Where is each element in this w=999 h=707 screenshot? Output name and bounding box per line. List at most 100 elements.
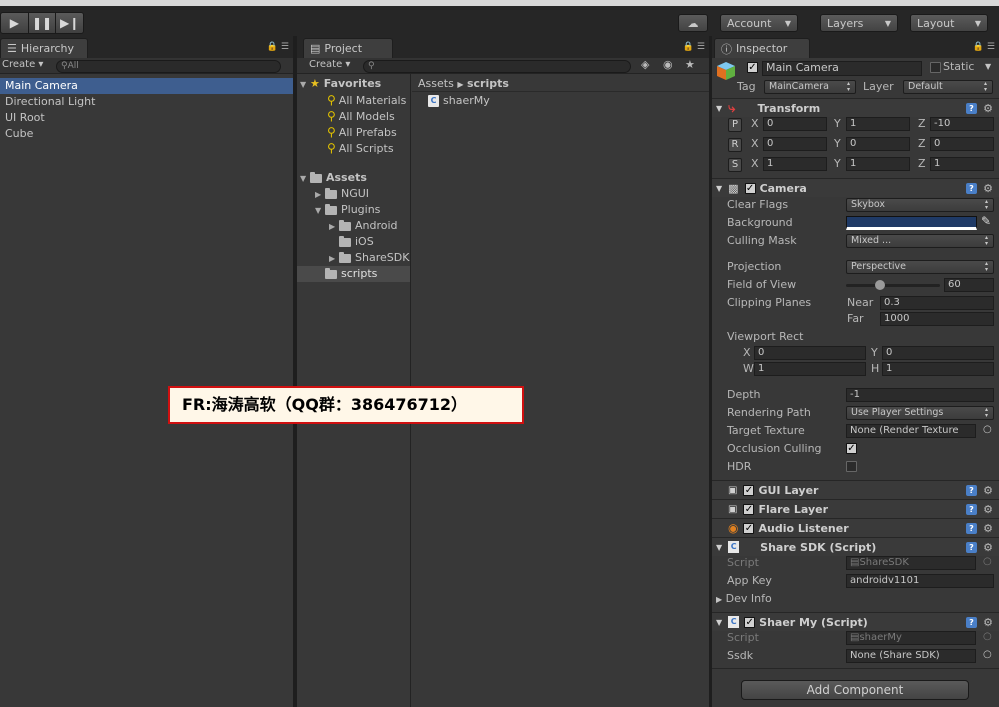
object-picker-icon[interactable]: ○ xyxy=(983,424,992,435)
favorites-header[interactable]: ▼ ★ Favorites xyxy=(297,76,410,92)
audio-listener-enabled-checkbox[interactable]: ✓ xyxy=(743,522,755,534)
flare-layer-header[interactable]: ▣ ✓ Flare Layer ? ⚙ xyxy=(712,499,999,518)
gui-layer-header[interactable]: ▣ ✓ GUI Layer ? ⚙ xyxy=(712,480,999,499)
favorite-star-icon[interactable]: ★ xyxy=(685,58,695,71)
gear-icon[interactable]: ⚙ xyxy=(983,616,993,629)
gear-icon[interactable]: ⚙ xyxy=(983,102,993,115)
list-item[interactable]: UI Root xyxy=(0,110,293,126)
list-item[interactable]: Main Camera xyxy=(0,78,293,94)
tree-item-android[interactable]: ▶ Android xyxy=(297,218,410,234)
list-item[interactable]: Cube xyxy=(0,126,293,142)
gear-icon[interactable]: ⚙ xyxy=(983,541,993,554)
gear-icon[interactable]: ⚙ xyxy=(983,182,993,195)
gear-icon[interactable]: ⚙ xyxy=(983,503,993,516)
background-color-swatch[interactable] xyxy=(846,216,977,230)
position-x-field[interactable]: 0 xyxy=(763,117,827,131)
help-icon[interactable]: ? xyxy=(966,616,977,628)
step-icon[interactable]: ▶❙ xyxy=(56,13,83,33)
near-field[interactable]: 0.3 xyxy=(880,296,994,310)
breadcrumb-current[interactable]: scripts xyxy=(467,77,509,90)
static-checkbox[interactable] xyxy=(930,62,941,73)
target-texture-field[interactable]: None (Render Texture xyxy=(846,424,976,438)
clear-flags-dropdown[interactable]: Skybox xyxy=(846,198,994,212)
hierarchy-search-input[interactable]: ⚲All xyxy=(56,60,281,73)
position-y-field[interactable]: 1 xyxy=(846,117,910,131)
rendering-path-dropdown[interactable]: Use Player Settings xyxy=(846,406,994,420)
tree-item-scripts[interactable]: scripts xyxy=(297,266,410,282)
tab-hierarchy[interactable]: ☰ Hierarchy xyxy=(0,38,88,58)
app-key-field[interactable]: androidv1101 xyxy=(846,574,994,588)
favorite-item[interactable]: ⚲ All Scripts xyxy=(297,140,410,156)
lock-icon[interactable]: 🔒 ☰ xyxy=(973,42,995,52)
layer-dropdown[interactable]: Default xyxy=(903,80,993,94)
fov-slider-track[interactable] xyxy=(846,284,940,287)
reset-position-button[interactable]: P xyxy=(728,118,742,132)
tab-project[interactable]: ▤ Project xyxy=(303,38,393,58)
filter-type-icon[interactable]: ◈ xyxy=(641,58,649,71)
scale-x-field[interactable]: 1 xyxy=(763,157,827,171)
tree-item-plugins[interactable]: ▼ Plugins xyxy=(297,202,410,218)
tab-inspector[interactable]: ⓘ Inspector xyxy=(714,38,810,58)
audio-listener-header[interactable]: ◉ ✓ Audio Listener ? ⚙ xyxy=(712,518,999,537)
camera-header[interactable]: ▼ ▩ ✓ Camera ? ⚙ xyxy=(712,178,999,197)
object-picker-icon[interactable]: ○ xyxy=(983,649,992,660)
dev-info-foldout[interactable]: ▶ Dev Info xyxy=(716,592,772,605)
scale-y-field[interactable]: 1 xyxy=(846,157,910,171)
object-name-field[interactable]: Main Camera xyxy=(762,61,922,76)
gear-icon[interactable]: ⚙ xyxy=(983,484,993,497)
project-create-button[interactable]: Create ▾ xyxy=(309,59,350,70)
tree-item-ngui[interactable]: ▶ NGUI xyxy=(297,186,410,202)
layers-dropdown[interactable]: Layers ▼ xyxy=(820,14,898,32)
project-search-input[interactable]: ⚲ xyxy=(363,60,631,73)
reset-scale-button[interactable]: S xyxy=(728,158,742,172)
rotation-z-field[interactable]: 0 xyxy=(930,137,994,151)
tree-item-sharesdk[interactable]: ▶ ShareSDK xyxy=(297,250,410,266)
culling-mask-dropdown[interactable]: Mixed ... xyxy=(846,234,994,248)
favorite-item[interactable]: ⚲ All Materials xyxy=(297,92,410,108)
eyedropper-icon[interactable]: ✎ xyxy=(981,214,991,228)
far-field[interactable]: 1000 xyxy=(880,312,994,326)
reset-rotation-button[interactable]: R xyxy=(728,138,742,152)
help-icon[interactable]: ? xyxy=(966,541,977,553)
hierarchy-create-button[interactable]: Create ▾ xyxy=(2,59,43,70)
pause-icon[interactable]: ❚❚ xyxy=(29,13,57,33)
viewport-h-field[interactable]: 1 xyxy=(882,362,994,376)
transform-header[interactable]: ▼ ⤷ Transform ? ⚙ xyxy=(712,98,999,117)
tree-item-ios[interactable]: iOS xyxy=(297,234,410,250)
rotation-x-field[interactable]: 0 xyxy=(763,137,827,151)
lock-icon[interactable]: 🔒 ☰ xyxy=(683,42,705,52)
add-component-button[interactable]: Add Component xyxy=(741,680,969,700)
favorite-item[interactable]: ⚲ All Models xyxy=(297,108,410,124)
scale-z-field[interactable]: 1 xyxy=(930,157,994,171)
active-checkbox[interactable]: ✓ xyxy=(747,62,758,73)
camera-enabled-checkbox[interactable]: ✓ xyxy=(744,182,756,194)
account-dropdown[interactable]: Account ▼ xyxy=(720,14,798,32)
depth-field[interactable]: -1 xyxy=(846,388,994,402)
breadcrumb-root[interactable]: Assets xyxy=(418,77,454,90)
gear-icon[interactable]: ⚙ xyxy=(983,522,993,535)
projection-dropdown[interactable]: Perspective xyxy=(846,260,994,274)
position-z-field[interactable]: -10 xyxy=(930,117,994,131)
help-icon[interactable]: ? xyxy=(966,503,977,515)
tag-dropdown[interactable]: MainCamera xyxy=(764,80,856,94)
shaer-my-enabled-checkbox[interactable]: ✓ xyxy=(744,616,756,628)
viewport-y-field[interactable]: 0 xyxy=(882,346,994,360)
help-icon[interactable]: ? xyxy=(966,522,977,534)
assets-header[interactable]: ▼ Assets xyxy=(297,170,410,186)
rotation-y-field[interactable]: 0 xyxy=(846,137,910,151)
flare-layer-enabled-checkbox[interactable]: ✓ xyxy=(743,503,755,515)
fov-field[interactable]: 60 xyxy=(944,278,994,292)
favorite-item[interactable]: ⚲ All Prefabs xyxy=(297,124,410,140)
filter-label-icon[interactable]: ◉ xyxy=(663,58,673,71)
viewport-w-field[interactable]: 1 xyxy=(754,362,866,376)
ssdk-field[interactable]: None (Share SDK) xyxy=(846,649,976,663)
viewport-x-field[interactable]: 0 xyxy=(754,346,866,360)
lock-icon[interactable]: 🔒 ☰ xyxy=(267,42,289,52)
share-sdk-header[interactable]: ▼ C Share SDK (Script) ? ⚙ xyxy=(712,537,999,556)
cloud-button[interactable]: ☁ xyxy=(678,14,708,32)
gui-layer-enabled-checkbox[interactable]: ✓ xyxy=(743,484,755,496)
chevron-down-icon[interactable]: ▼ xyxy=(985,62,991,71)
occlusion-culling-checkbox[interactable]: ✓ xyxy=(846,443,857,454)
hdr-checkbox[interactable] xyxy=(846,461,857,472)
play-icon[interactable]: ▶ xyxy=(1,13,29,33)
